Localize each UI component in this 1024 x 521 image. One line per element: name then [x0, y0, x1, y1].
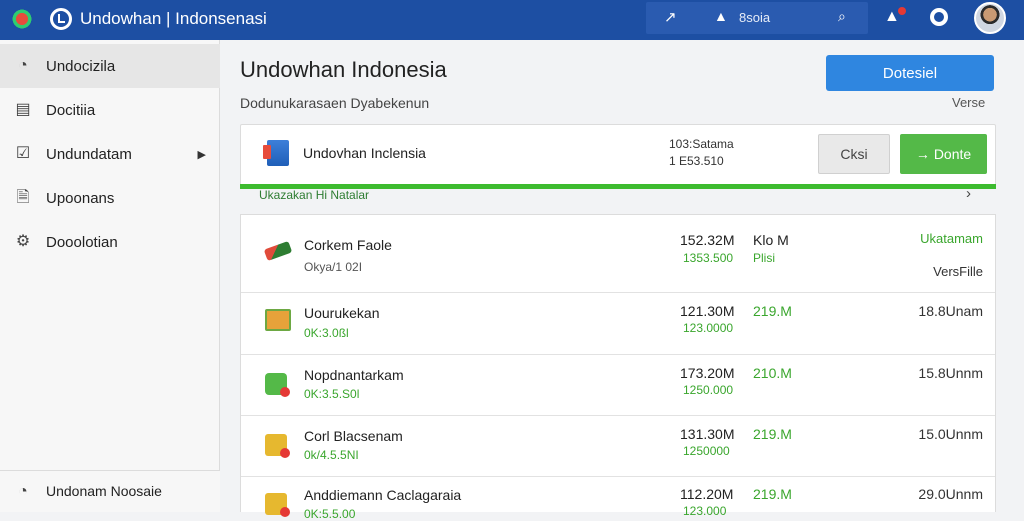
- arrow-right-icon: →: [915, 146, 930, 162]
- featured-item-card: Undovhan Inclensia 103:Satama 1 E53.510 …: [240, 124, 996, 186]
- featured-size: 103:Satama 1 E53.510: [669, 136, 734, 170]
- chevron-right-icon: ▶: [197, 148, 206, 161]
- lock-icon: [265, 434, 290, 458]
- item-name: Anddiemann Caclagaraia: [304, 487, 462, 503]
- package-icon: [265, 309, 291, 331]
- gear-icon: ⚙: [15, 233, 31, 250]
- sidebar-item-settings[interactable]: ⚙ Dooolotian: [0, 220, 220, 264]
- item-subtitle: 0K:3.5.S0l: [304, 387, 360, 401]
- top-bar: Undowhan | Indonsenasi ↗ ▲ 8soia ⌕ ▲: [0, 0, 1024, 40]
- done-button-label: Donte: [933, 146, 972, 162]
- list-item[interactable]: Anddiemann Caclagaraia 0K:5.5.00 112.20M…: [241, 477, 995, 521]
- item-size-detail: 1250000: [683, 444, 730, 458]
- pin-icon[interactable]: ↗: [664, 8, 677, 26]
- item-status: 15.8Unnm: [918, 365, 983, 381]
- disk-icon: [263, 240, 293, 262]
- item-name: Corl Blacsenam: [304, 428, 403, 444]
- item-rate-detail: Plisi: [753, 251, 776, 265]
- item-subtitle: 0K:3.0ßl: [304, 326, 349, 340]
- list-item[interactable]: Corkem Faole Okya/1 02I 152.32M 1353.500…: [241, 215, 995, 293]
- sidebar-item-label: Docitiia: [46, 101, 96, 119]
- sidebar-footer[interactable]: ◔ Undonam Noosaie: [0, 470, 220, 512]
- item-subtitle: 0k/4.5.5NI: [304, 448, 359, 462]
- notification-icon[interactable]: ▲: [884, 7, 906, 30]
- app-logo-icon[interactable]: [10, 7, 34, 31]
- item-status-detail[interactable]: VersFille: [933, 264, 983, 279]
- item-size: 152.32M: [680, 232, 735, 248]
- app-title: Undowhan | Indonsenasi: [80, 9, 267, 28]
- featured-secondary-button[interactable]: Cksi: [818, 134, 890, 174]
- sidebar-footer-label: Undonam Noosaie: [46, 483, 162, 499]
- item-name: Uourukekan: [304, 305, 380, 321]
- item-size-detail: 123.0000: [683, 321, 734, 335]
- item-size: 112.20M: [680, 486, 734, 502]
- item-status: 15.0Unnm: [918, 426, 983, 442]
- page-title: Undowhan Indonesia: [240, 57, 447, 82]
- featured-size-line1: 103:Satama: [669, 137, 734, 151]
- list-item[interactable]: Nopdnantarkam 0K:3.5.S0l 173.20M 1250.00…: [241, 355, 995, 416]
- sidebar-item-tasks[interactable]: ☑ Undundatam ▶: [0, 132, 220, 176]
- featured-size-line2: 1 E53.510: [669, 154, 724, 168]
- application-icon: [263, 140, 289, 166]
- progress-label: Ukazakan Hi Natalar: [259, 188, 370, 202]
- item-rate: 219.M: [753, 303, 792, 319]
- item-rate: 219.M: [753, 426, 792, 442]
- featured-done-button[interactable]: → Donte: [900, 134, 987, 174]
- chevron-right-icon[interactable]: ›: [966, 185, 971, 202]
- search-label: 8soia: [739, 10, 771, 25]
- item-size-detail: 1353.500: [683, 251, 734, 265]
- sidebar: ◔ Undocizila ▤ Docitiia ☑ Undundatam ▶ 🗎…: [0, 40, 220, 512]
- page-subtitle: Dodunukarasaen Dyabekenun: [240, 95, 430, 111]
- sidebar-item-label: Dooolotian: [46, 233, 118, 251]
- top-search-bar[interactable]: ↗ ▲ 8soia ⌕: [646, 2, 868, 34]
- shield-icon: [265, 373, 290, 397]
- item-status: Ukatamam: [920, 231, 983, 246]
- featured-title: Undovhan Inclensia: [303, 145, 426, 161]
- item-subtitle: 0K:5.5.00: [304, 507, 356, 521]
- item-size: 131.30M: [680, 426, 735, 442]
- item-subtitle: Okya/1 02I: [304, 260, 363, 274]
- item-name: Corkem Faole: [304, 237, 392, 253]
- notification-badge: [898, 7, 906, 15]
- sidebar-item-label: Upoonans: [46, 189, 115, 207]
- settings-icon[interactable]: [930, 8, 948, 26]
- primary-action-button[interactable]: Dotesiel: [826, 55, 994, 91]
- list-item[interactable]: Corl Blacsenam 0k/4.5.5NI 131.30M 125000…: [241, 416, 995, 477]
- item-rate: Klo M: [753, 232, 789, 248]
- sidebar-item-uploads[interactable]: 🗎 Upoonans: [0, 176, 220, 220]
- item-size: 173.20M: [680, 365, 735, 381]
- item-rate: 219.M: [753, 486, 792, 502]
- brand-icon: [50, 8, 72, 30]
- item-size: 121.30M: [680, 303, 735, 319]
- item-status: 18.8Unam: [918, 303, 983, 319]
- document-icon: ▤: [15, 101, 31, 118]
- item-rate: 210.M: [753, 365, 792, 381]
- item-size-detail: 123.000: [683, 504, 727, 518]
- avatar[interactable]: [974, 2, 1006, 34]
- file-list: Corkem Faole Okya/1 02I 152.32M 1353.500…: [240, 214, 996, 521]
- search-icon[interactable]: ⌕: [838, 8, 846, 25]
- item-size-detail: 1250.000: [683, 383, 734, 397]
- bell-icon[interactable]: ▲: [714, 8, 728, 24]
- sidebar-item-label: Undocizila: [46, 57, 116, 75]
- list-item[interactable]: Uourukekan 0K:3.0ßl 121.30M 123.0000 219…: [241, 293, 995, 355]
- sidebar-item-documents[interactable]: ▤ Docitiia: [0, 88, 220, 132]
- sidebar-item-label: Undundatam: [46, 145, 132, 163]
- dashboard-icon: ◔: [18, 57, 28, 74]
- version-link[interactable]: Verse: [952, 95, 985, 110]
- clipboard-icon: 🗎: [16, 189, 30, 206]
- item-status: 29.0Unnm: [918, 486, 983, 502]
- sidebar-item-dashboard[interactable]: ◔ Undocizila: [0, 44, 220, 88]
- item-name: Nopdnantarkam: [304, 367, 404, 383]
- help-icon: ◔: [18, 483, 28, 500]
- checkbox-icon: ☑: [15, 145, 31, 162]
